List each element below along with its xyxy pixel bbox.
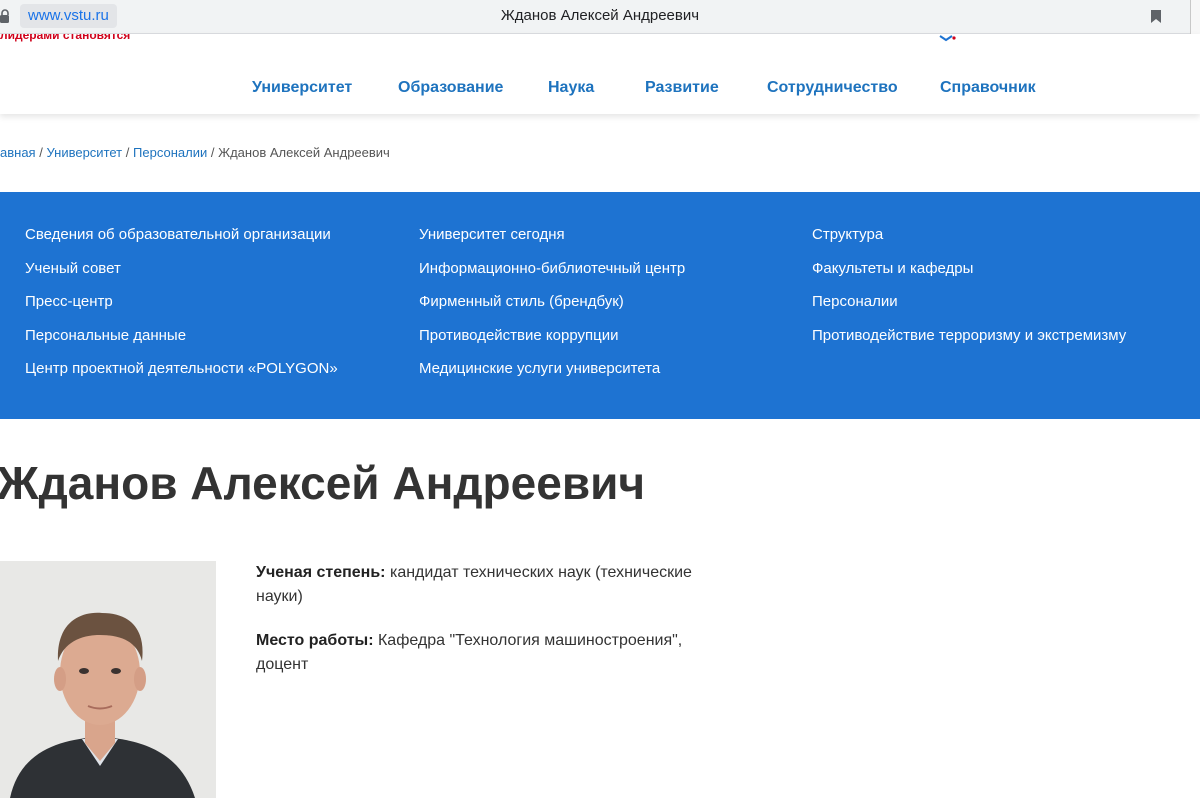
nav-education[interactable]: Образование [398,79,503,97]
breadcrumb-separator: / [39,145,43,160]
window-edge [1190,0,1200,34]
browser-page-title: Жданов Алексей Андреевич [500,7,700,24]
site-slogan: лидерами становятся [0,34,131,42]
menu-link-faculties[interactable]: Факультеты и кафедры [812,260,1126,294]
logo-icon[interactable] [938,34,956,42]
menu-link-polygon[interactable]: Центр проектной деятельности «POLYGON» [25,360,338,394]
breadcrumb-university[interactable]: Университет [46,145,122,160]
section-menu-panel: Сведения об образовательной организации … [0,192,1200,419]
menu-link-medical-services[interactable]: Медицинские услуги университета [419,360,685,394]
degree-row: Ученая степень: кандидат технических нау… [256,561,726,609]
menu-column: Сведения об образовательной организации … [25,226,338,394]
menu-column: Структура Факультеты и кафедры Персонали… [812,226,1126,360]
breadcrumb-separator: / [125,145,130,160]
nav-university[interactable]: Университет [252,79,352,97]
menu-link-library-center[interactable]: Информационно-библиотечный центр [419,260,685,294]
breadcrumb-personalities[interactable]: Персоналии [133,145,207,160]
bookmark-icon[interactable] [1150,9,1162,24]
menu-link-organization-info[interactable]: Сведения об образовательной организации [25,226,338,260]
menu-link-anti-corruption[interactable]: Противодействие коррупции [419,327,685,361]
breadcrumb-separator: / [210,145,215,160]
menu-link-structure[interactable]: Структура [812,226,1126,260]
person-info: Ученая степень: кандидат технических нау… [256,561,726,697]
menu-link-anti-terrorism[interactable]: Противодействие терроризму и экстремизму [812,327,1126,361]
workplace-row: Место работы: Кафедра "Технология машино… [256,629,726,677]
page-title: Жданов Алексей Андреевич [0,457,646,509]
person-photo [0,561,216,798]
degree-label: Ученая степень: [256,564,386,581]
menu-link-academic-council[interactable]: Ученый совет [25,260,338,294]
menu-link-university-today[interactable]: Университет сегодня [419,226,685,260]
menu-link-brandbook[interactable]: Фирменный стиль (брендбук) [419,293,685,327]
breadcrumb: авная / Университет / Персоналии / Ждано… [0,145,390,160]
nav-development[interactable]: Развитие [645,79,719,97]
breadcrumb-current: Жданов Алексей Андреевич [218,145,390,160]
menu-link-personal-data[interactable]: Персональные данные [25,327,338,361]
menu-link-press-center[interactable]: Пресс-центр [25,293,338,327]
person-photo-icon [0,561,216,798]
workplace-label: Место работы: [256,632,374,649]
main-navigation: Университет Образование Наука Развитие С… [0,79,1200,99]
nav-cooperation[interactable]: Сотрудничество [767,79,898,97]
browser-address-bar: www.vstu.ru Жданов Алексей Андреевич [0,0,1200,34]
menu-link-personalities[interactable]: Персоналии [812,293,1126,327]
nav-science[interactable]: Наука [548,79,594,97]
menu-column: Университет сегодня Информационно-библио… [419,226,685,394]
breadcrumb-home[interactable]: авная [0,145,36,160]
nav-reference[interactable]: Справочник [940,79,1036,97]
site-header: лидерами становятся Университет Образова… [0,34,1200,114]
